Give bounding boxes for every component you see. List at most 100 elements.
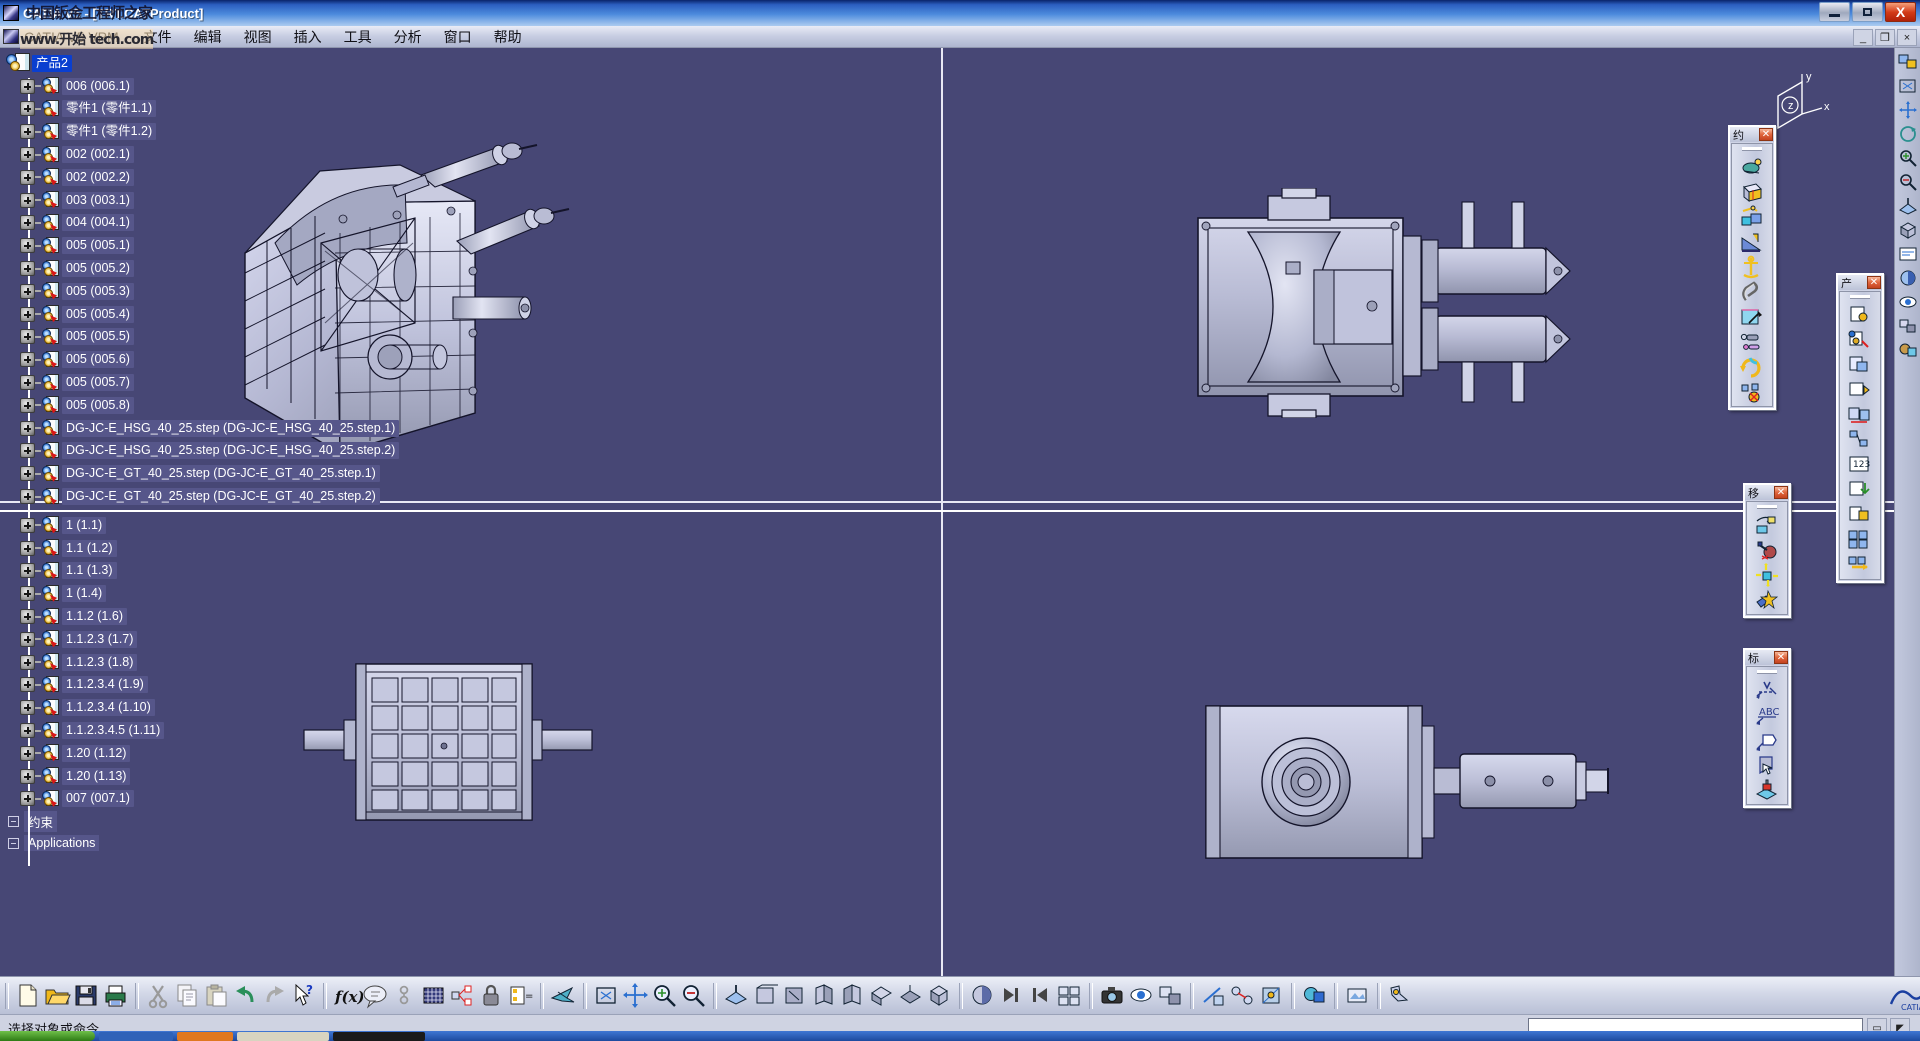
expand-icon[interactable] [20, 215, 35, 231]
taskbar-item[interactable] [237, 1031, 329, 1041]
close-icon[interactable]: ✕ [1774, 486, 1788, 499]
tree-item[interactable]: 零件1 (零件1.2) [0, 120, 430, 143]
menu-tools[interactable]: 工具 [333, 25, 383, 49]
tree-item[interactable]: 004 (004.1) [0, 212, 430, 235]
undo-icon[interactable] [232, 982, 259, 1009]
normal-view-icon[interactable] [723, 982, 750, 1009]
view-iso-icon[interactable] [926, 982, 953, 1009]
tree-item[interactable]: 005 (005.3) [0, 280, 430, 303]
right-edge-toolbar[interactable] [1894, 48, 1920, 976]
annotations-toolbar[interactable]: 标 ✕ ABC [1743, 648, 1791, 808]
menu-window[interactable]: 窗口 [433, 25, 483, 49]
menu-edit[interactable]: 编辑 [183, 25, 233, 49]
generate-numbering-icon[interactable]: 123 [1847, 453, 1873, 477]
doc-restore-button[interactable]: ❐ [1875, 29, 1895, 46]
enhanced-scene-icon[interactable] [1344, 982, 1371, 1009]
expand-icon[interactable] [20, 563, 35, 579]
menu-insert[interactable]: 插入 [283, 25, 333, 49]
tree-item[interactable]: 005 (005.4) [0, 303, 430, 326]
bottom-toolbar[interactable]: ? f(x) = CATI [0, 976, 1920, 1014]
expand-icon[interactable] [20, 352, 35, 368]
tree-item[interactable]: 1.1 (1.3) [0, 560, 430, 583]
view-front-icon[interactable] [752, 982, 779, 1009]
tree-item[interactable]: 1.1.2 (1.6) [0, 605, 430, 628]
start-button[interactable] [0, 1031, 95, 1041]
tree-node-applications[interactable]: Applications [0, 832, 430, 854]
toolbar-title-bar[interactable]: 约 ✕ [1730, 127, 1774, 142]
graph-tree-reorder-icon[interactable] [1847, 428, 1873, 452]
expand-icon[interactable] [20, 677, 35, 693]
flag-note-icon[interactable] [1754, 728, 1780, 752]
angle-constraint-icon[interactable] [1739, 230, 1765, 254]
redo-icon[interactable] [261, 982, 288, 1009]
expand-box-icon[interactable] [8, 837, 19, 849]
expand-icon[interactable] [20, 375, 35, 391]
formula-icon[interactable]: f(x) [333, 982, 365, 1009]
copy-icon[interactable] [174, 982, 201, 1009]
expand-icon[interactable] [20, 654, 35, 670]
tree-item[interactable]: DG-JC-E_GT_40_25.step (DG-JC-E_GT_40_25.… [0, 462, 430, 485]
apply-material-icon[interactable] [1897, 340, 1919, 360]
doc-close-button[interactable]: × [1897, 29, 1917, 46]
manage-representations-icon[interactable] [1847, 503, 1873, 527]
expand-icon[interactable] [20, 517, 35, 533]
toolbar-title-bar[interactable]: 标 ✕ [1745, 650, 1789, 665]
measure-inertia-icon[interactable] [1258, 982, 1285, 1009]
named-views-icon[interactable] [1897, 244, 1919, 264]
pan-icon[interactable] [1897, 100, 1919, 120]
product-structure-toolbar[interactable]: 产 ✕ 123 [1836, 273, 1884, 583]
paste-icon[interactable] [203, 982, 230, 1009]
move-toolbar[interactable]: 移 ✕ [1743, 483, 1791, 618]
expand-icon[interactable] [20, 78, 35, 94]
tree-item[interactable]: 005 (005.6) [0, 348, 430, 371]
expand-icon[interactable] [20, 609, 35, 625]
windows-taskbar[interactable] [0, 1031, 1920, 1041]
expand-icon[interactable] [20, 489, 35, 505]
tree-item[interactable]: 005 (005.7) [0, 371, 430, 394]
tree-item[interactable]: DG-JC-E_GT_40_25.step (DG-JC-E_GT_40_25.… [0, 485, 430, 508]
tree-item[interactable]: 007 (007.1) [0, 788, 430, 811]
reuse-pattern-icon[interactable] [1739, 355, 1765, 379]
view-bottom-icon[interactable] [897, 982, 924, 1009]
taskbar-item[interactable] [177, 1031, 233, 1041]
weld-annotation-icon[interactable] [1754, 678, 1780, 702]
fix-component-icon[interactable] [1739, 255, 1765, 279]
change-constraint-icon[interactable] [1739, 330, 1765, 354]
tree-item[interactable]: 1 (1.4) [0, 582, 430, 605]
camera-icon[interactable] [1099, 982, 1126, 1009]
whats-this-icon[interactable]: ? [290, 982, 317, 1009]
tree-item[interactable]: 1.20 (1.12) [0, 742, 430, 765]
close-icon[interactable]: ✕ [1774, 651, 1788, 664]
tree-item[interactable]: 1.1.2.3.4.5 (1.11) [0, 719, 430, 742]
specification-tree[interactable]: 产品2 006 (006.1) 零件1 (零件1.1) 零件1 (零件1.2) 002… [0, 48, 1920, 866]
close-icon[interactable]: ✕ [1867, 276, 1881, 289]
new-component-icon[interactable] [1847, 353, 1873, 377]
new-product-icon[interactable] [1847, 328, 1873, 352]
expand-icon[interactable] [20, 147, 35, 163]
toolbar-grip[interactable] [1757, 670, 1777, 674]
tree-item[interactable]: 1.1.2.3 (1.8) [0, 651, 430, 674]
zoom-in-icon[interactable] [1897, 148, 1919, 168]
previous-view-icon[interactable] [1027, 982, 1054, 1009]
structure-icon[interactable] [449, 982, 476, 1009]
close-icon[interactable]: ✕ [1759, 128, 1773, 141]
offset-constraint-icon[interactable] [1739, 205, 1765, 229]
expand-box-icon[interactable] [8, 815, 19, 827]
zoom-out-icon[interactable] [1897, 172, 1919, 192]
flexible-rigid-icon[interactable] [1739, 380, 1765, 404]
menu-view[interactable]: 视图 [233, 25, 283, 49]
doc-minimize-button[interactable]: _ [1853, 29, 1873, 46]
expand-icon[interactable] [20, 306, 35, 322]
expand-icon[interactable] [20, 745, 35, 761]
tree-item[interactable]: 002 (002.1) [0, 143, 430, 166]
swap-visible-icon[interactable] [1897, 316, 1919, 336]
expand-icon[interactable] [20, 283, 35, 299]
tree-item[interactable]: 1.1.2.3.4 (1.10) [0, 696, 430, 719]
expand-icon[interactable] [20, 631, 35, 647]
expand-icon[interactable] [20, 261, 35, 277]
zoom-in-icon[interactable] [651, 982, 678, 1009]
multi-view-icon[interactable] [1056, 982, 1083, 1009]
expand-icon[interactable] [20, 466, 35, 482]
tree-root-node[interactable]: 产品2 [0, 52, 430, 75]
manipulate-icon[interactable] [1387, 982, 1414, 1009]
